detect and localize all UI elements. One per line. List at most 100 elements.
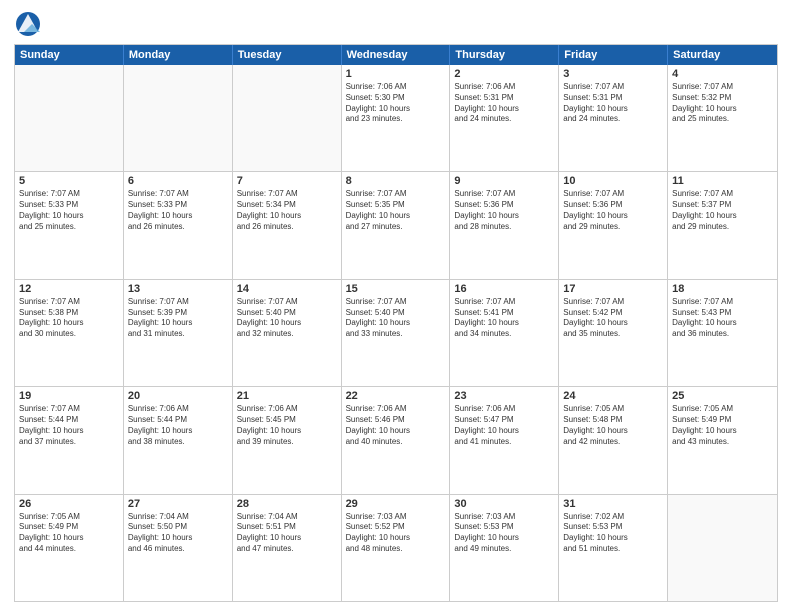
day-number: 5 xyxy=(19,175,119,187)
day-info: Sunrise: 7:06 AM Sunset: 5:47 PM Dayligh… xyxy=(454,404,554,447)
page: SundayMondayTuesdayWednesdayThursdayFrid… xyxy=(0,0,792,612)
day-number: 8 xyxy=(346,175,446,187)
calendar-cell: 2 Sunrise: 7:06 AM Sunset: 5:31 PM Daylig… xyxy=(450,65,559,171)
day-number: 13 xyxy=(128,283,228,295)
day-number: 23 xyxy=(454,390,554,402)
calendar-cell: 6 Sunrise: 7:07 AM Sunset: 5:33 PM Daylig… xyxy=(124,172,233,278)
day-number: 6 xyxy=(128,175,228,187)
day-info: Sunrise: 7:07 AM Sunset: 5:37 PM Dayligh… xyxy=(672,189,773,232)
day-number: 18 xyxy=(672,283,773,295)
header-day-tuesday: Tuesday xyxy=(233,45,342,65)
day-number: 19 xyxy=(19,390,119,402)
header-day-friday: Friday xyxy=(559,45,668,65)
calendar-cell: 31 Sunrise: 7:02 AM Sunset: 5:53 PM Dayli… xyxy=(559,495,668,601)
day-number: 22 xyxy=(346,390,446,402)
day-info: Sunrise: 7:07 AM Sunset: 5:33 PM Dayligh… xyxy=(19,189,119,232)
day-info: Sunrise: 7:06 AM Sunset: 5:45 PM Dayligh… xyxy=(237,404,337,447)
calendar-cell xyxy=(15,65,124,171)
calendar-cell: 23 Sunrise: 7:06 AM Sunset: 5:47 PM Dayli… xyxy=(450,387,559,493)
calendar-cell: 25 Sunrise: 7:05 AM Sunset: 5:49 PM Dayli… xyxy=(668,387,777,493)
day-number: 15 xyxy=(346,283,446,295)
day-info: Sunrise: 7:07 AM Sunset: 5:43 PM Dayligh… xyxy=(672,297,773,340)
day-number: 9 xyxy=(454,175,554,187)
day-info: Sunrise: 7:07 AM Sunset: 5:39 PM Dayligh… xyxy=(128,297,228,340)
day-info: Sunrise: 7:06 AM Sunset: 5:30 PM Dayligh… xyxy=(346,82,446,125)
day-info: Sunrise: 7:02 AM Sunset: 5:53 PM Dayligh… xyxy=(563,512,663,555)
calendar-cell: 7 Sunrise: 7:07 AM Sunset: 5:34 PM Daylig… xyxy=(233,172,342,278)
calendar-cell: 19Sunrise: 7:07 AM Sunset: 5:44 PM Dayli… xyxy=(15,387,124,493)
header-day-monday: Monday xyxy=(124,45,233,65)
calendar-cell: 26 Sunrise: 7:05 AM Sunset: 5:49 PM Dayli… xyxy=(15,495,124,601)
day-info: Sunrise: 7:05 AM Sunset: 5:48 PM Dayligh… xyxy=(563,404,663,447)
calendar-cell: 30Sunrise: 7:03 AM Sunset: 5:53 PM Dayli… xyxy=(450,495,559,601)
calendar-cell: 18 Sunrise: 7:07 AM Sunset: 5:43 PM Dayli… xyxy=(668,280,777,386)
day-number: 21 xyxy=(237,390,337,402)
calendar-header: SundayMondayTuesdayWednesdayThursdayFrid… xyxy=(15,45,777,65)
header-day-sunday: Sunday xyxy=(15,45,124,65)
calendar-cell: 1 Sunrise: 7:06 AM Sunset: 5:30 PM Daylig… xyxy=(342,65,451,171)
calendar: SundayMondayTuesdayWednesdayThursdayFrid… xyxy=(14,44,778,602)
day-info: Sunrise: 7:06 AM Sunset: 5:46 PM Dayligh… xyxy=(346,404,446,447)
day-number: 12 xyxy=(19,283,119,295)
calendar-cell: 24 Sunrise: 7:05 AM Sunset: 5:48 PM Dayli… xyxy=(559,387,668,493)
day-info: Sunrise: 7:03 AM Sunset: 5:52 PM Dayligh… xyxy=(346,512,446,555)
day-info: Sunrise: 7:04 AM Sunset: 5:50 PM Dayligh… xyxy=(128,512,228,555)
day-number: 7 xyxy=(237,175,337,187)
day-number: 30 xyxy=(454,498,554,510)
header-day-wednesday: Wednesday xyxy=(342,45,451,65)
calendar-cell: 21 Sunrise: 7:06 AM Sunset: 5:45 PM Dayli… xyxy=(233,387,342,493)
calendar-cell: 5 Sunrise: 7:07 AM Sunset: 5:33 PM Daylig… xyxy=(15,172,124,278)
day-info: Sunrise: 7:06 AM Sunset: 5:31 PM Dayligh… xyxy=(454,82,554,125)
day-info: Sunrise: 7:07 AM Sunset: 5:42 PM Dayligh… xyxy=(563,297,663,340)
calendar-cell: 3 Sunrise: 7:07 AM Sunset: 5:31 PM Daylig… xyxy=(559,65,668,171)
calendar-cell: 20 Sunrise: 7:06 AM Sunset: 5:44 PM Dayli… xyxy=(124,387,233,493)
calendar-row-1: 5 Sunrise: 7:07 AM Sunset: 5:33 PM Daylig… xyxy=(15,171,777,278)
calendar-cell: 13 Sunrise: 7:07 AM Sunset: 5:39 PM Dayli… xyxy=(124,280,233,386)
day-number: 2 xyxy=(454,68,554,80)
day-number: 17 xyxy=(563,283,663,295)
day-number: 24 xyxy=(563,390,663,402)
day-number: 14 xyxy=(237,283,337,295)
header xyxy=(14,10,778,38)
calendar-cell: 4Sunrise: 7:07 AM Sunset: 5:32 PM Daylig… xyxy=(668,65,777,171)
day-info: Sunrise: 7:04 AM Sunset: 5:51 PM Dayligh… xyxy=(237,512,337,555)
logo xyxy=(14,10,46,38)
day-info: Sunrise: 7:05 AM Sunset: 5:49 PM Dayligh… xyxy=(19,512,119,555)
calendar-cell: 8Sunrise: 7:07 AM Sunset: 5:35 PM Daylig… xyxy=(342,172,451,278)
day-info: Sunrise: 7:07 AM Sunset: 5:36 PM Dayligh… xyxy=(563,189,663,232)
calendar-row-0: 1 Sunrise: 7:06 AM Sunset: 5:30 PM Daylig… xyxy=(15,65,777,171)
day-info: Sunrise: 7:07 AM Sunset: 5:33 PM Dayligh… xyxy=(128,189,228,232)
day-number: 1 xyxy=(346,68,446,80)
day-info: Sunrise: 7:07 AM Sunset: 5:36 PM Dayligh… xyxy=(454,189,554,232)
calendar-cell: 28 Sunrise: 7:04 AM Sunset: 5:51 PM Dayli… xyxy=(233,495,342,601)
day-number: 20 xyxy=(128,390,228,402)
calendar-cell: 9 Sunrise: 7:07 AM Sunset: 5:36 PM Daylig… xyxy=(450,172,559,278)
day-number: 3 xyxy=(563,68,663,80)
header-day-saturday: Saturday xyxy=(668,45,777,65)
day-number: 25 xyxy=(672,390,773,402)
calendar-body: 1 Sunrise: 7:06 AM Sunset: 5:30 PM Daylig… xyxy=(15,65,777,601)
calendar-row-4: 26 Sunrise: 7:05 AM Sunset: 5:49 PM Dayli… xyxy=(15,494,777,601)
calendar-cell xyxy=(124,65,233,171)
day-info: Sunrise: 7:05 AM Sunset: 5:49 PM Dayligh… xyxy=(672,404,773,447)
day-info: Sunrise: 7:07 AM Sunset: 5:31 PM Dayligh… xyxy=(563,82,663,125)
day-info: Sunrise: 7:06 AM Sunset: 5:44 PM Dayligh… xyxy=(128,404,228,447)
logo-icon xyxy=(14,10,42,38)
header-day-thursday: Thursday xyxy=(450,45,559,65)
day-number: 29 xyxy=(346,498,446,510)
day-info: Sunrise: 7:07 AM Sunset: 5:40 PM Dayligh… xyxy=(237,297,337,340)
calendar-cell: 10 Sunrise: 7:07 AM Sunset: 5:36 PM Dayli… xyxy=(559,172,668,278)
day-number: 10 xyxy=(563,175,663,187)
calendar-cell: 27Sunrise: 7:04 AM Sunset: 5:50 PM Dayli… xyxy=(124,495,233,601)
day-number: 26 xyxy=(19,498,119,510)
day-number: 28 xyxy=(237,498,337,510)
day-number: 31 xyxy=(563,498,663,510)
calendar-cell: 22 Sunrise: 7:06 AM Sunset: 5:46 PM Dayli… xyxy=(342,387,451,493)
calendar-cell: 17 Sunrise: 7:07 AM Sunset: 5:42 PM Dayli… xyxy=(559,280,668,386)
day-info: Sunrise: 7:07 AM Sunset: 5:34 PM Dayligh… xyxy=(237,189,337,232)
calendar-cell: 12 Sunrise: 7:07 AM Sunset: 5:38 PM Dayli… xyxy=(15,280,124,386)
day-number: 16 xyxy=(454,283,554,295)
calendar-cell: 29 Sunrise: 7:03 AM Sunset: 5:52 PM Dayli… xyxy=(342,495,451,601)
day-info: Sunrise: 7:07 AM Sunset: 5:38 PM Dayligh… xyxy=(19,297,119,340)
day-info: Sunrise: 7:07 AM Sunset: 5:41 PM Dayligh… xyxy=(454,297,554,340)
